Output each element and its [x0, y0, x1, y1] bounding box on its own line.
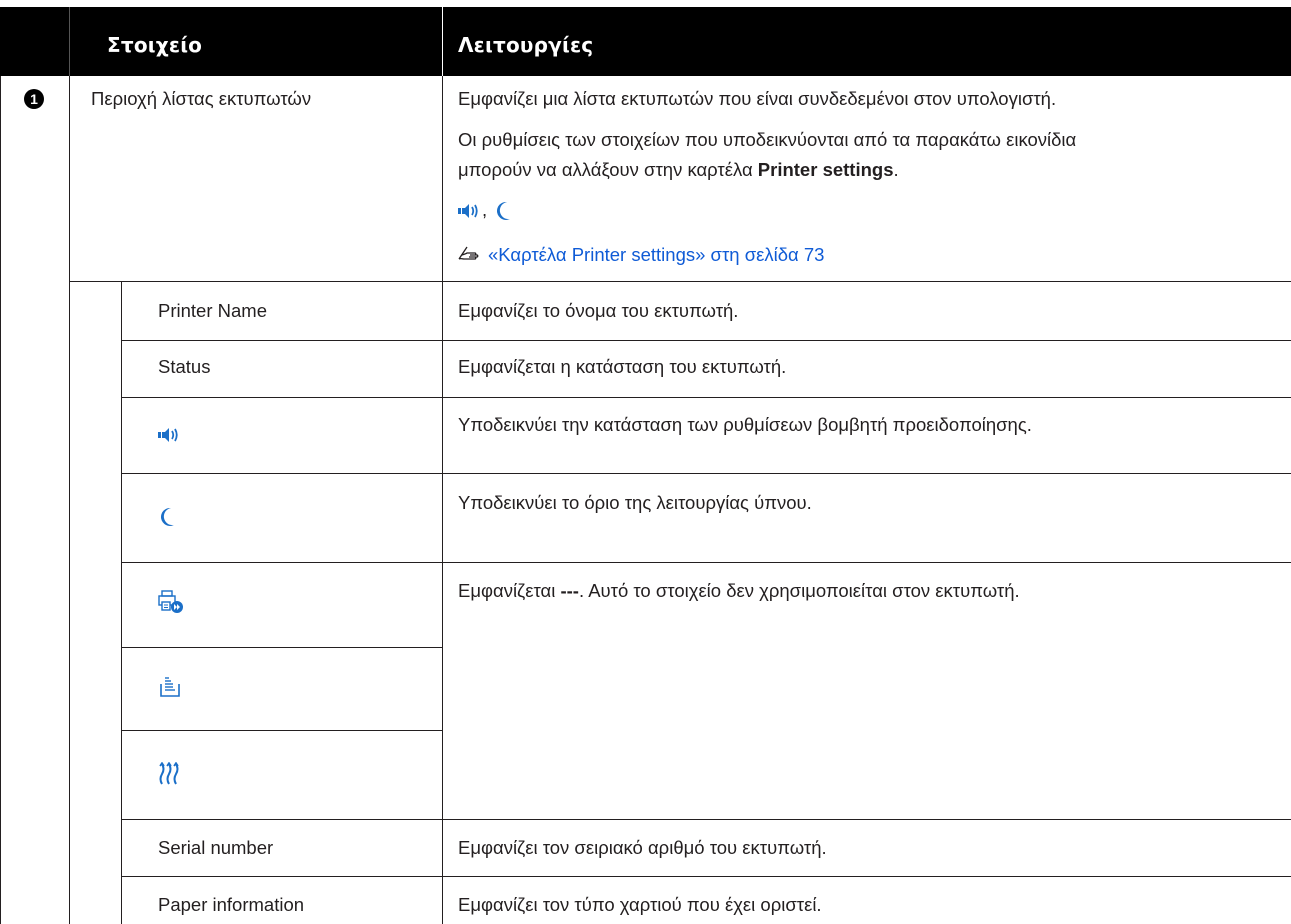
desc-printer-name: Εμφανίζει το όνομα του εκτυπωτή.: [458, 300, 739, 321]
header-item: Στοιχείο: [107, 33, 203, 57]
desc-unused: Εμφανίζεται ---. Αυτό το στοιχείο δεν χρ…: [458, 580, 1020, 601]
section-name: Περιοχή λίστας εκτυπωτών: [91, 88, 312, 109]
heater-icon: [158, 762, 182, 786]
desc-sleep: Υποδεικνύει το όριο της λειτουργίας ύπνο…: [458, 492, 812, 513]
row-divider: [121, 819, 1291, 820]
border-subcol: [121, 281, 122, 924]
buzzer-speaker-icon: [158, 425, 182, 445]
header-divider: [69, 7, 70, 76]
desc-paper-information: Εμφανίζει τον τύπο χαρτιού που έχει ορισ…: [458, 894, 822, 915]
header-functions: Λειτουργίες: [458, 33, 594, 57]
section-desc-line: μπορούν να αλλάξουν στην καρτέλα Printer…: [458, 159, 899, 180]
row-divider: [121, 473, 1291, 474]
printer-forward-icon: [158, 590, 184, 614]
row-divider: [121, 876, 1291, 877]
reference-hand-icon: [458, 244, 482, 262]
border-col1: [69, 76, 70, 924]
item-paper-information: Paper information: [158, 894, 305, 915]
sleep-moon-icon: [160, 507, 176, 527]
row-divider: [69, 281, 1291, 282]
section-desc: Εμφανίζει μια λίστα εκτυπωτών που είναι …: [458, 88, 1057, 109]
section-number-badge: 1: [24, 89, 44, 109]
buzzer-speaker-icon: [458, 201, 482, 221]
desc-buzzer: Υποδεικνύει την κατάσταση των ρυθμίσεων …: [458, 414, 1032, 435]
row-divider: [121, 730, 442, 731]
printer-settings-bold: Printer settings: [757, 159, 894, 180]
row-divider: [121, 340, 1291, 341]
paper-stack-icon: [160, 676, 180, 698]
icon-separator: ,: [482, 199, 488, 220]
item-status: Status: [158, 356, 211, 377]
border-left: [0, 76, 1, 924]
section-desc-line: Οι ρυθμίσεις των στοιχείων που υποδεικνύ…: [458, 129, 1077, 150]
sleep-moon-icon: [496, 201, 512, 221]
row-divider: [121, 647, 442, 648]
item-printer-name: Printer Name: [158, 300, 267, 321]
desc-serial-number: Εμφανίζει τον σειριακό αριθμό του εκτυπω…: [458, 837, 827, 858]
printer-settings-link[interactable]: «Καρτέλα Printer settings» στη σελίδα 73: [488, 244, 824, 266]
spec-table: Στοιχείο Λειτουργίες 1 Περιοχή λίστας εκ…: [0, 0, 1291, 924]
header-divider: [442, 7, 443, 76]
row-divider: [121, 562, 1291, 563]
border-col2: [442, 76, 443, 924]
row-divider: [121, 397, 1291, 398]
desc-status: Εμφανίζεται η κατάσταση του εκτυπωτή.: [458, 356, 787, 377]
item-serial-number: Serial number: [158, 837, 274, 858]
table-header: Στοιχείο Λειτουργίες: [0, 7, 1291, 76]
